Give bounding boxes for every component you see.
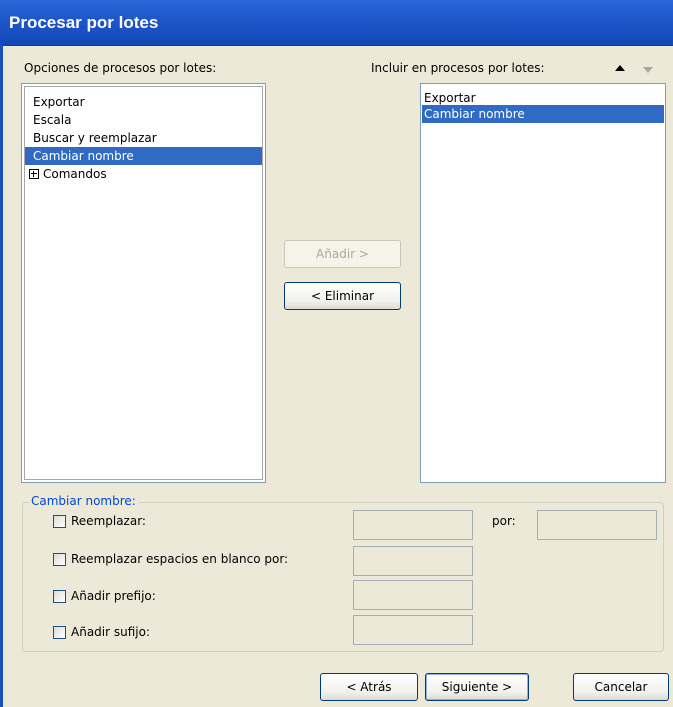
back-button[interactable]: < Atrás <box>320 673 418 701</box>
replace-with-label: por: <box>492 514 516 528</box>
add-prefix-checkbox[interactable] <box>53 590 66 603</box>
remove-button[interactable]: < Eliminar <box>284 282 401 310</box>
list-item-cambiar-nombre[interactable]: Cambiar nombre <box>25 147 262 165</box>
cancel-button[interactable]: Cancelar <box>573 673 669 701</box>
list-item-exportar[interactable]: Exportar <box>25 93 262 111</box>
options-list-frame: Exportar Escala Buscar y reemplazar Camb… <box>24 86 263 480</box>
replace-with-field[interactable] <box>537 510 657 540</box>
list-item-comandos-label: Comandos <box>43 167 107 181</box>
replace-field[interactable] <box>353 510 473 540</box>
triangle-up-icon[interactable] <box>615 65 625 71</box>
title-bar: Procesar por lotes <box>0 0 673 46</box>
add-suffix-checkbox[interactable] <box>53 626 66 639</box>
add-button[interactable]: Añadir > <box>284 240 401 268</box>
list-item-comandos[interactable]: Comandos <box>25 165 262 183</box>
list-item-buscar-reemplazar[interactable]: Buscar y reemplazar <box>25 129 262 147</box>
triangle-down-icon[interactable] <box>643 67 653 73</box>
replace-spaces-field[interactable] <box>353 546 473 576</box>
plus-box-icon[interactable] <box>29 169 39 179</box>
include-item-cambiar-nombre[interactable]: Cambiar nombre <box>422 105 664 123</box>
include-list[interactable]: Exportar Cambiar nombre <box>420 83 666 483</box>
replace-label: Reemplazar: <box>71 514 146 528</box>
window-left-border <box>0 45 3 707</box>
next-button[interactable]: Siguiente > <box>425 673 529 701</box>
add-prefix-label: Añadir prefijo: <box>71 589 156 603</box>
window-title: Procesar por lotes <box>9 13 159 32</box>
prefix-field[interactable] <box>353 580 473 610</box>
suffix-field[interactable] <box>353 615 473 645</box>
list-item-escala[interactable]: Escala <box>25 111 262 129</box>
add-suffix-label: Añadir sufijo: <box>71 625 151 639</box>
include-label: Incluir en procesos por lotes: <box>371 61 545 75</box>
replace-spaces-label: Reemplazar espacios en blanco por: <box>71 552 289 566</box>
options-label: Opciones de procesos por lotes: <box>24 61 217 75</box>
rename-group-label: Cambiar nombre: <box>29 494 139 508</box>
options-list[interactable]: Exportar Escala Buscar y reemplazar Camb… <box>21 83 266 483</box>
replace-spaces-checkbox[interactable] <box>53 553 66 566</box>
replace-checkbox[interactable] <box>53 515 66 528</box>
